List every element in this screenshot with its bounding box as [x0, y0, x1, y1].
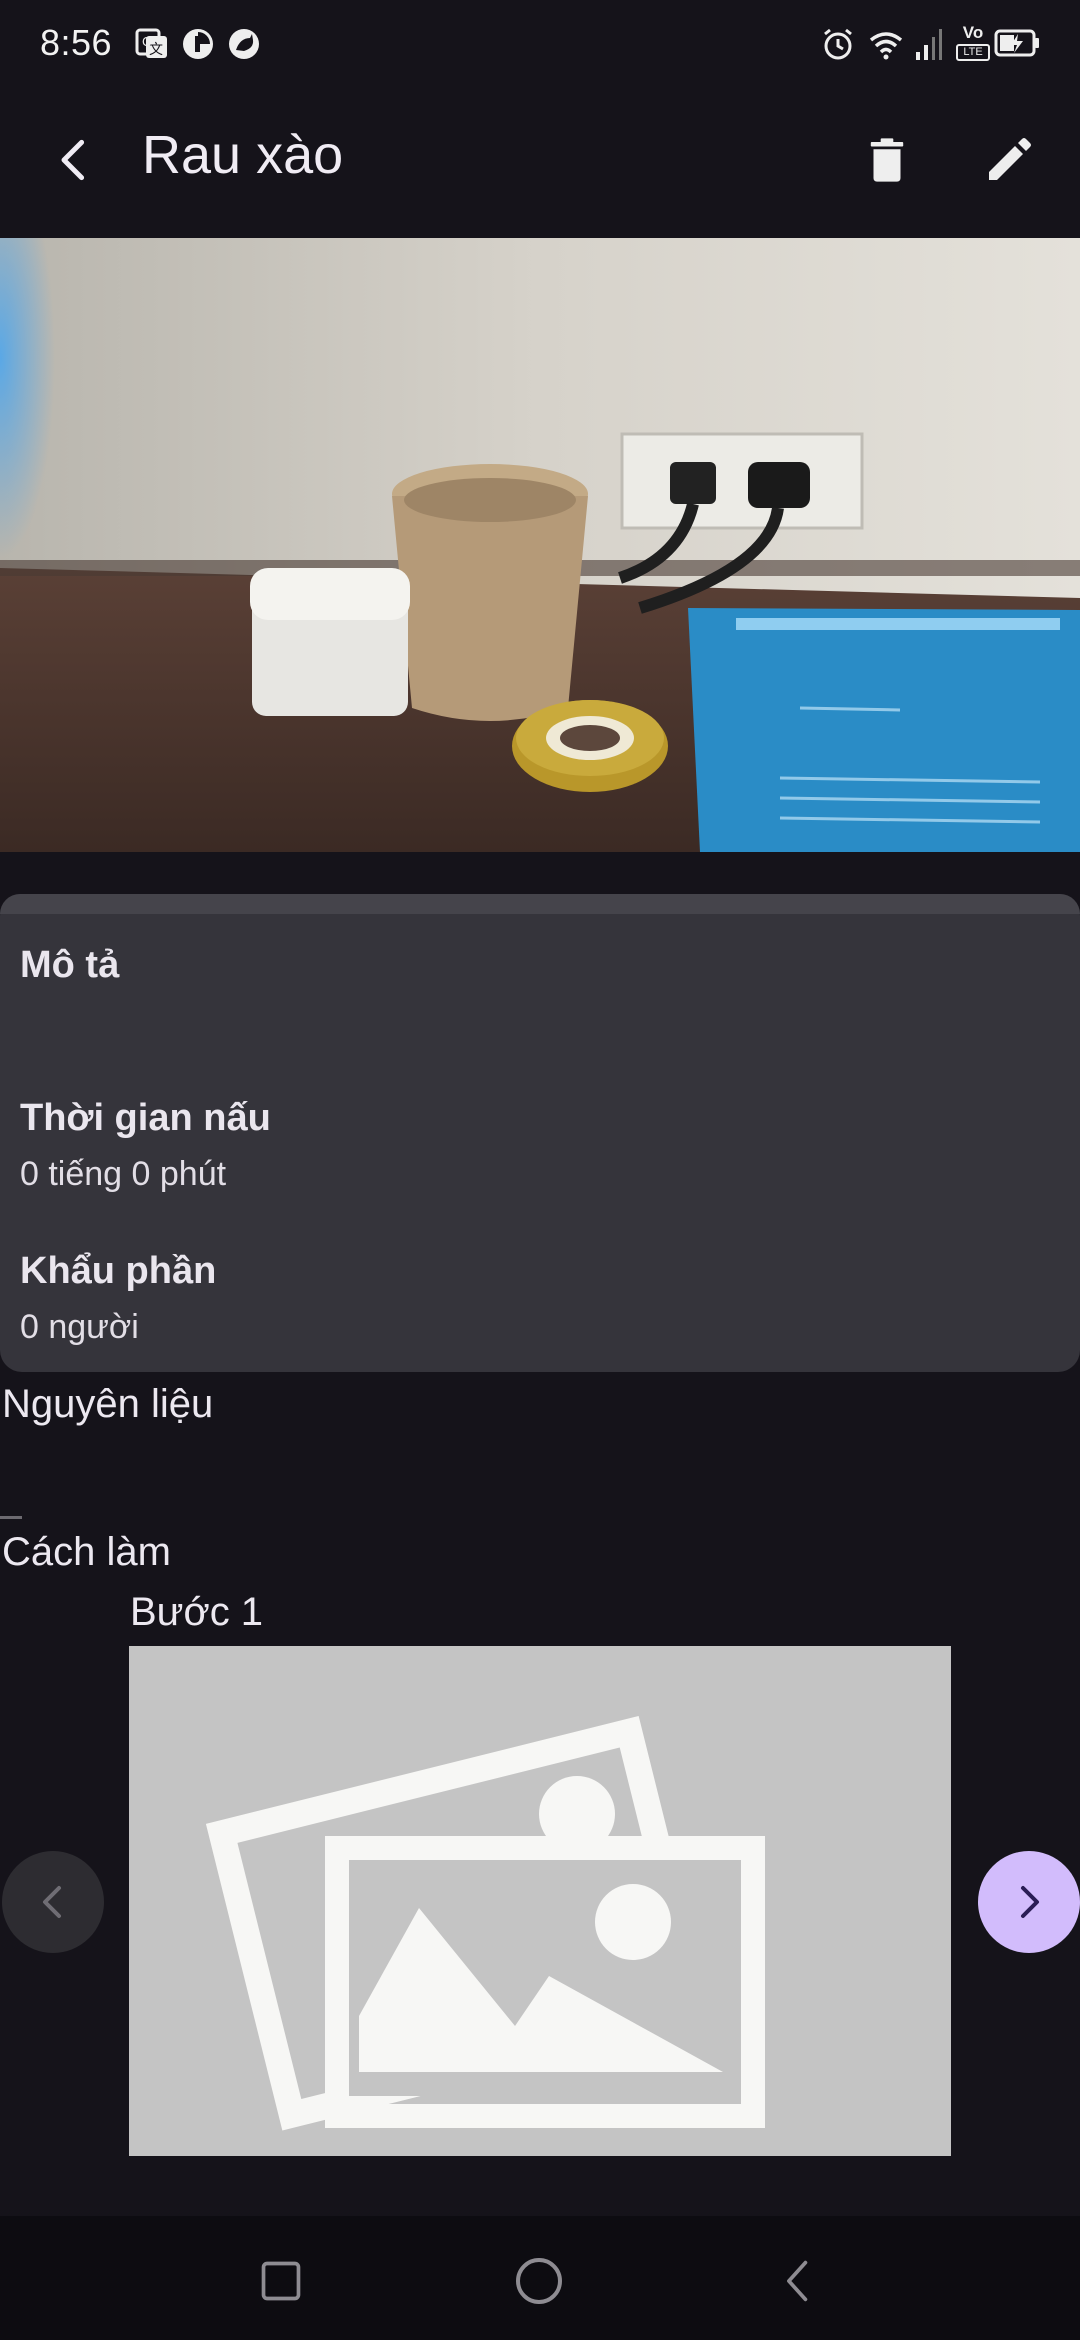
step-title: Bước 1	[130, 1590, 264, 1634]
chevron-right-icon	[1021, 1886, 1039, 1918]
previous-step-button[interactable]	[2, 1851, 104, 1953]
signal-icon	[912, 26, 948, 62]
chevron-left-icon	[43, 1886, 61, 1918]
step-image-placeholder	[129, 1646, 951, 2156]
recipe-photo	[0, 238, 1080, 852]
edit-icon	[989, 138, 1031, 180]
delete-button[interactable]	[842, 115, 932, 205]
battery-charging-icon	[994, 28, 1040, 58]
cook-time-value: 0 tiếng 0 phút	[20, 1155, 227, 1193]
svg-text:G: G	[142, 35, 151, 49]
pie-icon	[180, 26, 216, 62]
recents-button[interactable]	[236, 2236, 326, 2326]
image-placeholder-icon	[205, 1716, 765, 2131]
cat-icon	[226, 26, 262, 62]
volte-top-text: Vo	[962, 23, 984, 42]
delete-icon	[870, 138, 904, 182]
description-label: Mô tả	[20, 944, 120, 986]
square-icon	[261, 2261, 301, 2301]
circle-icon	[516, 2258, 562, 2304]
servings-value: 0 người	[20, 1308, 139, 1346]
edit-button[interactable]	[964, 115, 1054, 205]
status-time: 8:56	[40, 22, 113, 63]
triangle-back-icon	[787, 2260, 808, 2302]
page-title: Rau xào	[142, 125, 344, 185]
system-back-button[interactable]	[754, 2236, 844, 2326]
ingredients-heading: Nguyên liệu	[2, 1382, 214, 1426]
card-header-strip	[0, 894, 1080, 914]
next-step-button[interactable]	[978, 1851, 1080, 1953]
wifi-icon	[868, 26, 904, 62]
volte-bottom-text: LTE	[956, 44, 990, 61]
steps-heading: Cách làm	[2, 1530, 171, 1574]
home-button[interactable]	[494, 2236, 584, 2326]
cook-time-label: Thời gian nấu	[20, 1097, 271, 1139]
volte-icon: Vo LTE	[954, 24, 992, 64]
divider	[0, 1516, 22, 1519]
back-button[interactable]	[30, 115, 120, 205]
translate-icon: 文G	[134, 26, 170, 62]
alarm-icon	[820, 26, 856, 62]
servings-label: Khẩu phần	[20, 1250, 217, 1292]
arrow-back-icon	[61, 139, 85, 181]
